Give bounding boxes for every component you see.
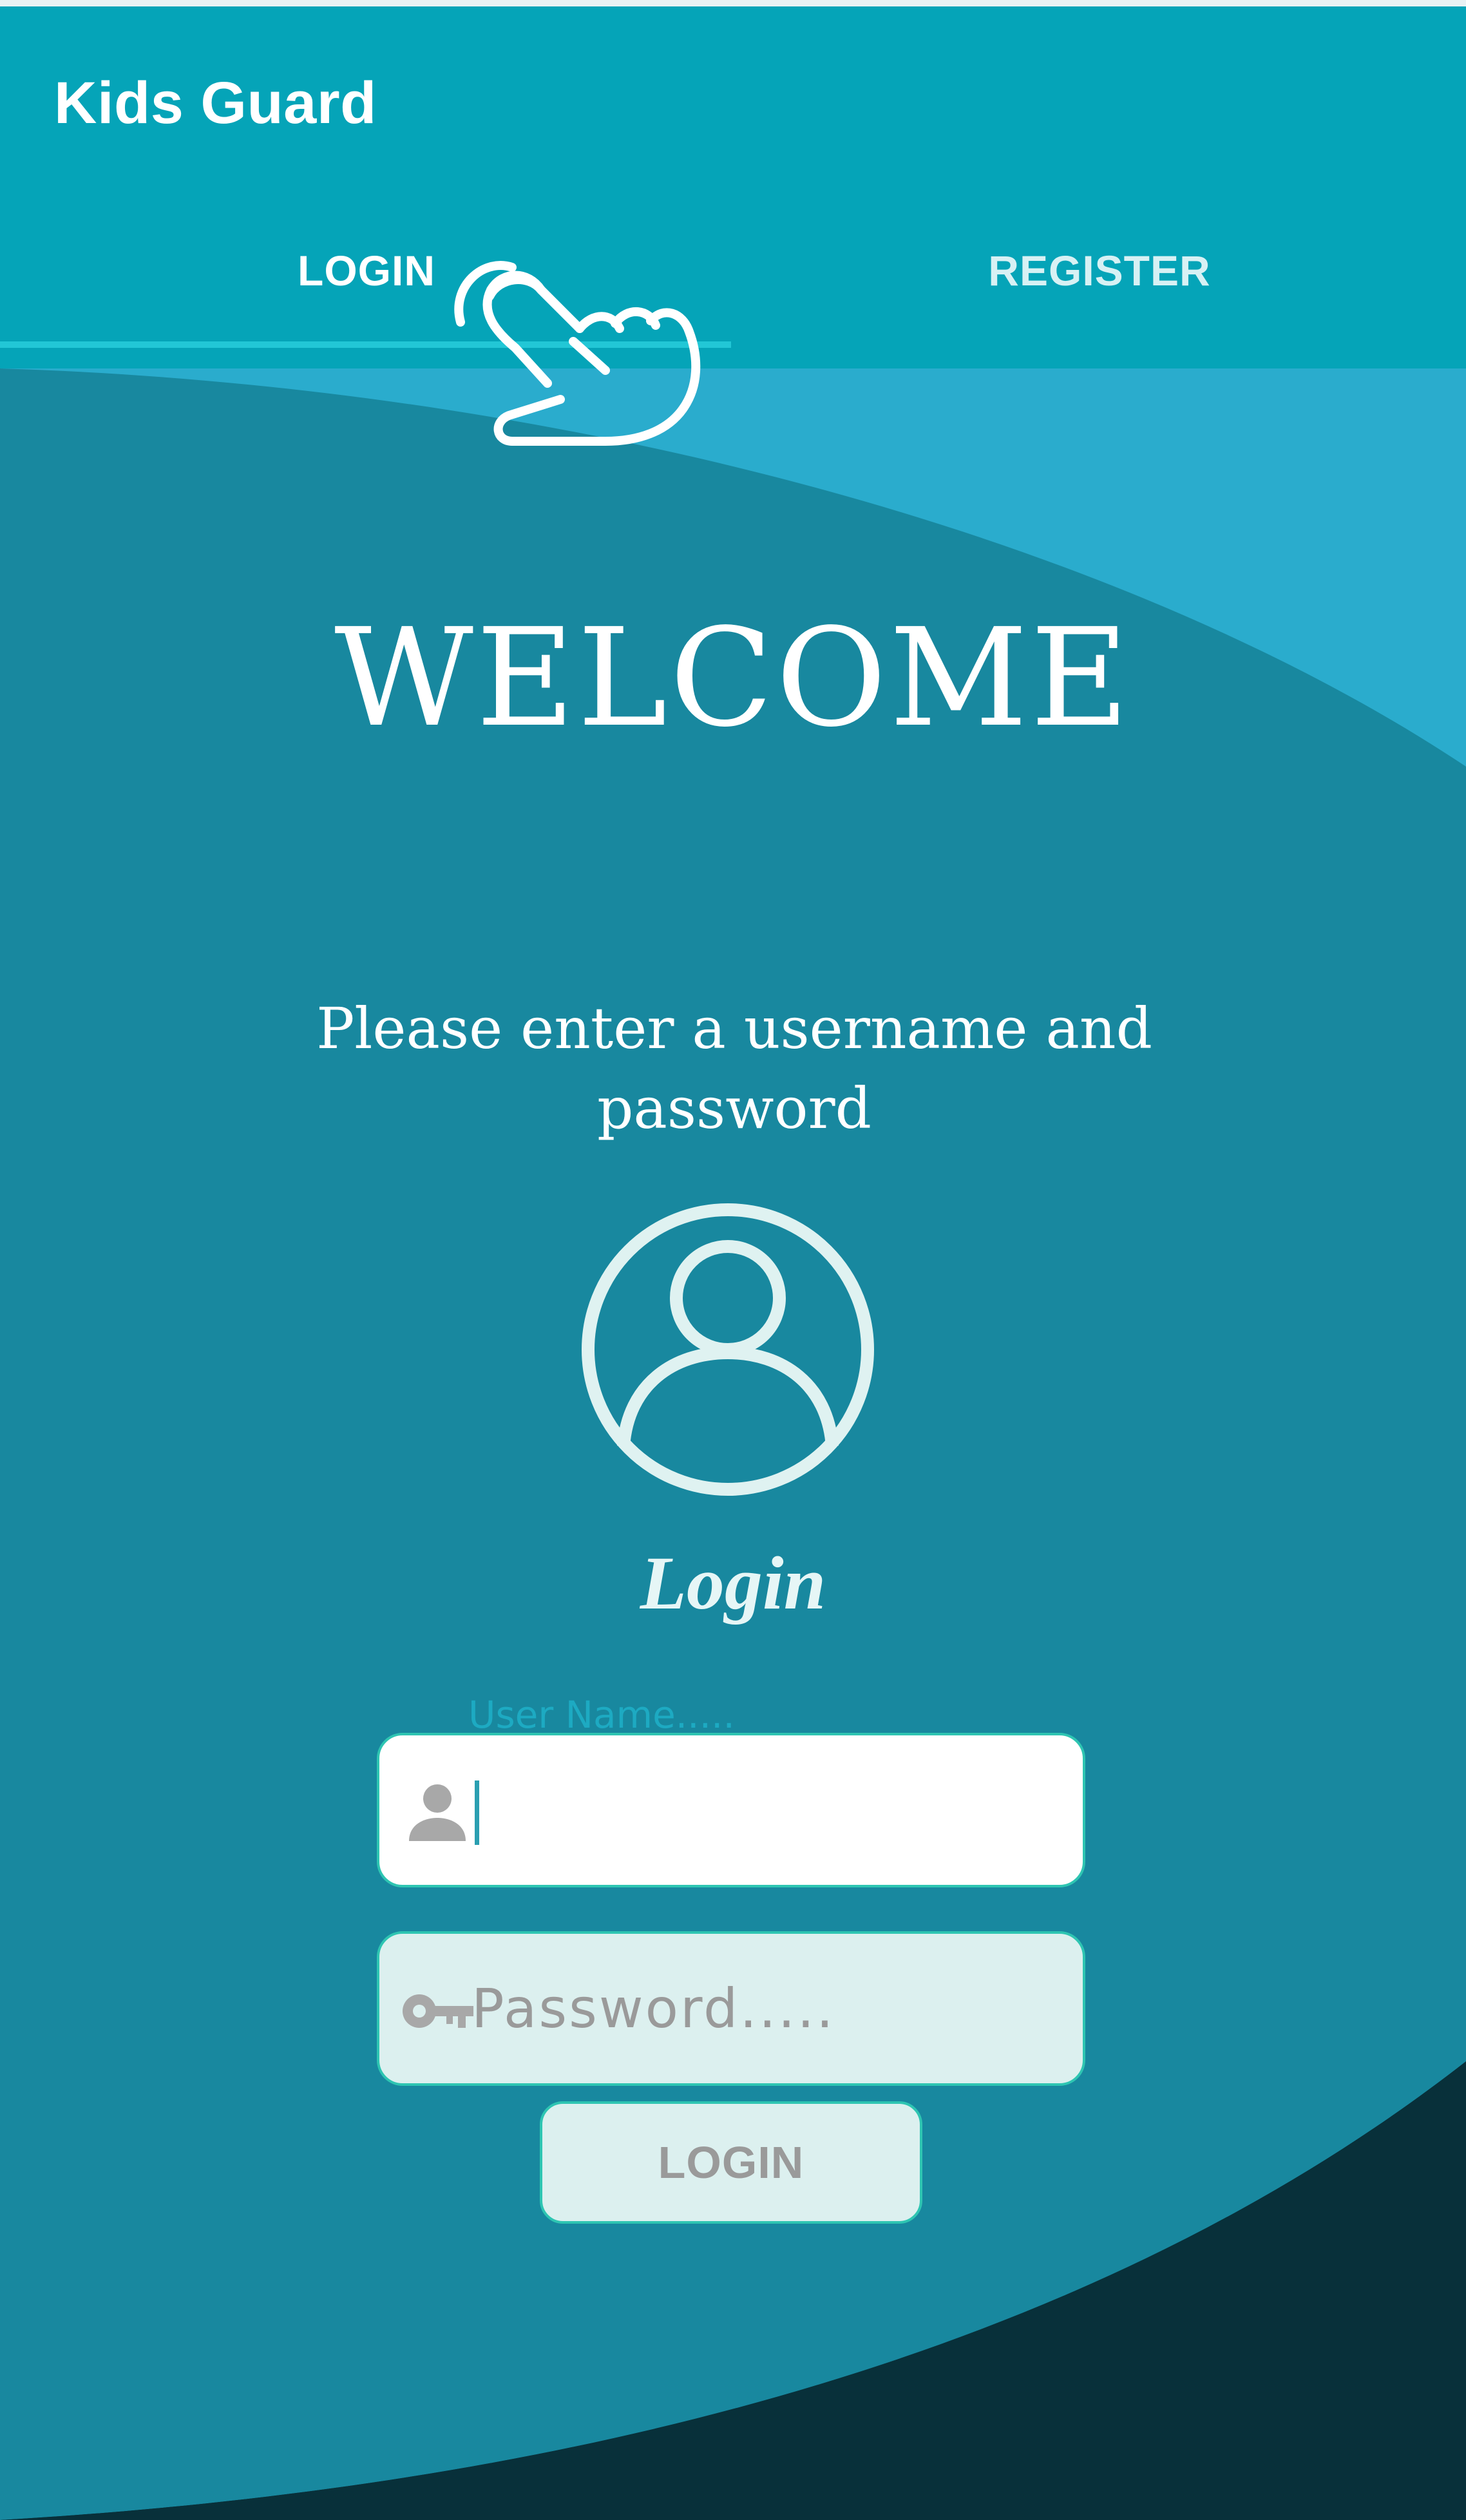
text-cursor bbox=[475, 1780, 479, 1845]
key-icon bbox=[403, 1994, 473, 2028]
person-icon bbox=[409, 1784, 466, 1841]
password-field[interactable]: Password..... bbox=[377, 1931, 1085, 2086]
password-placeholder: Password..... bbox=[471, 1977, 835, 2040]
hand-pointer-icon bbox=[454, 261, 701, 446]
user-circle-icon bbox=[582, 1203, 874, 1496]
status-strip bbox=[0, 0, 1466, 6]
welcome-heading: WELCOME bbox=[334, 599, 1132, 757]
app-bar: Kids Guard LOGIN REGISTER bbox=[0, 6, 1466, 368]
instruction-text: Please enter a username and password bbox=[316, 995, 1152, 1141]
login-caption: Login bbox=[640, 1541, 826, 1625]
username-label: User Name..... bbox=[468, 1693, 735, 1737]
username-field[interactable] bbox=[377, 1733, 1085, 1887]
login-button[interactable]: LOGIN bbox=[540, 2101, 922, 2224]
tab-register[interactable]: REGISTER bbox=[733, 232, 1466, 309]
app-title: Kids Guard bbox=[54, 70, 377, 136]
